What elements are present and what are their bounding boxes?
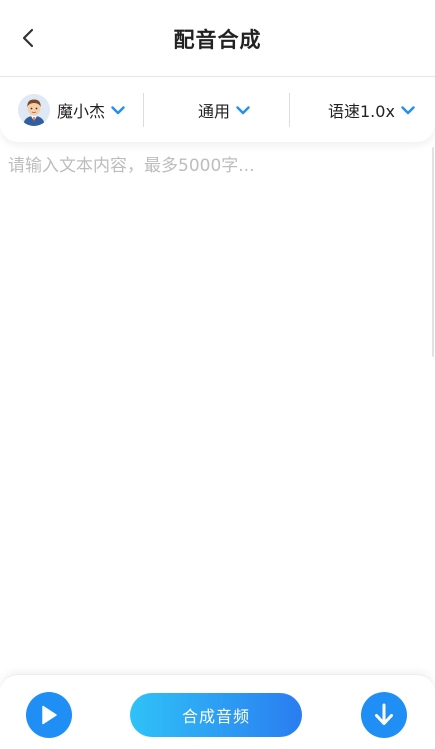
style-label: 通用: [198, 102, 231, 121]
divider: [143, 93, 144, 127]
download-icon: [375, 703, 393, 725]
voice-selector[interactable]: 魔小杰: [18, 78, 125, 142]
divider: [289, 93, 290, 127]
play-icon: [42, 705, 57, 725]
avatar-icon: [18, 94, 50, 126]
chevron-down-icon: [401, 105, 415, 115]
scrollbar[interactable]: [432, 147, 434, 357]
page-title: 配音合成: [173, 28, 262, 52]
text-input[interactable]: [0, 145, 430, 670]
options-bar: 魔小杰 通用 语速1.0x: [0, 78, 435, 142]
speed-label: 语速1.0x: [328, 102, 395, 121]
play-button[interactable]: [26, 692, 72, 738]
chevron-down-icon: [236, 105, 250, 115]
style-selector[interactable]: 通用: [198, 78, 250, 142]
download-button[interactable]: [361, 692, 407, 738]
app-root: 配音合成 魔小杰 通用 语速1.0x 请输入文本内容，最多5000字... 合成…: [0, 0, 435, 749]
bottom-bar: 合成音频: [0, 674, 435, 749]
header: 配音合成: [0, 0, 435, 77]
synthesize-audio-button[interactable]: 合成音频: [130, 693, 302, 737]
speed-selector[interactable]: 语速1.0x: [328, 78, 415, 142]
chevron-down-icon: [111, 105, 125, 115]
voice-name: 魔小杰: [57, 102, 106, 121]
